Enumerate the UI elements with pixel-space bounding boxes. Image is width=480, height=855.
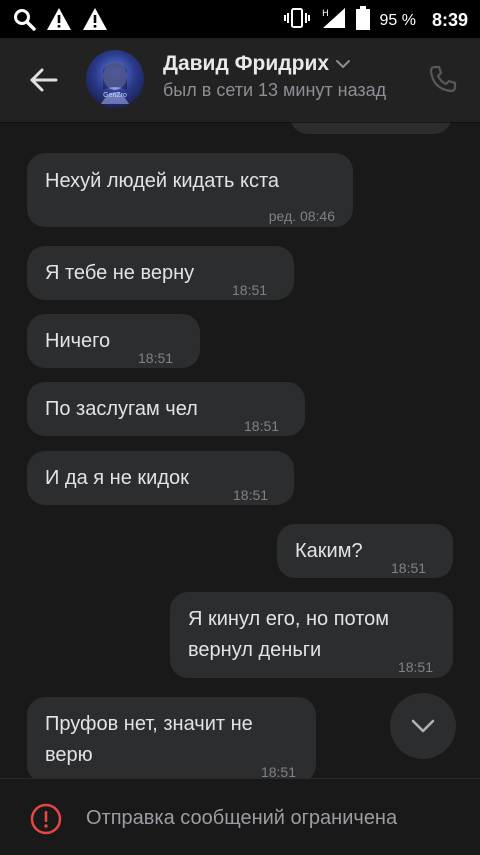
call-button[interactable] <box>428 64 458 94</box>
message-text-line-2: вернул деньги <box>188 639 322 661</box>
message-text: Я тебе не верну <box>45 262 195 284</box>
back-button[interactable] <box>26 62 62 98</box>
message-text: Ничего <box>45 330 111 352</box>
message-time: 18:51 <box>244 418 280 434</box>
chat-header: GenZro Давид Фридрих был в сети 13 минут… <box>0 38 480 122</box>
vibrate-icon <box>283 7 310 34</box>
message-bubble-incoming[interactable]: По заслугам чел 18:51 <box>27 382 305 436</box>
message-bubble-incoming[interactable]: И да я не кидок 18:51 <box>27 451 294 505</box>
exclamation-circle-icon <box>30 803 62 835</box>
message-bubble-incoming[interactable]: Нехуй людей кидать кста ред. 08:46 <box>27 153 353 227</box>
message-text-line-1: Я кинул его, но потом <box>188 608 390 630</box>
message-bubble-outgoing[interactable]: Каким? 18:51 <box>277 524 453 578</box>
message-text: И да я не кидок <box>45 467 189 489</box>
message-text-line-1: Пруфов нет, значит не <box>45 713 253 735</box>
warning-icon <box>46 7 72 36</box>
message-time: 18:51 <box>260 764 296 778</box>
battery-icon <box>355 6 370 35</box>
signal-icon: H <box>320 7 346 34</box>
message-bubble-outgoing[interactable]: Я кинул его, но потом вернул деньги 18:5… <box>170 592 453 678</box>
message-text: По заслугам чел <box>45 398 198 420</box>
last-seen-status: был в сети 13 минут назад <box>163 80 387 100</box>
message-list[interactable]: Нехуй людей кидать кста ред. 08:46 Я теб… <box>0 122 480 778</box>
scroll-down-button[interactable] <box>390 693 456 759</box>
status-bar: H 95 % 8:39 <box>0 0 480 38</box>
message-bubble-incoming[interactable]: Пруфов нет, значит не верю 18:51 <box>27 697 316 778</box>
restricted-notice-text: Отправка сообщений ограничена <box>86 807 398 829</box>
message-text-line-2: верю <box>45 744 93 766</box>
battery-percent: 95 % <box>379 11 416 29</box>
restricted-notice-bar: Отправка сообщений ограничена <box>0 778 480 855</box>
contact-name-row: Давид Фридрих <box>163 52 413 76</box>
contact-info[interactable]: Давид Фридрих был в сети 13 минут назад <box>163 52 413 101</box>
message-time: 18:51 <box>233 487 269 503</box>
warning-icon <box>82 7 108 36</box>
message-time: 18:51 <box>232 282 268 298</box>
message-time: ред. 08:46 <box>268 208 335 224</box>
arrow-back-icon <box>30 68 58 92</box>
message-bubble-incoming[interactable]: Ничего 18:51 <box>27 314 200 368</box>
message-text: Нехуй людей кидать кста <box>45 170 280 192</box>
chevron-down-icon <box>411 719 435 733</box>
avatar[interactable]: GenZro <box>86 50 144 108</box>
svg-text:H: H <box>322 9 329 19</box>
message-bubble-partial <box>290 122 452 134</box>
message-time: 18:51 <box>391 560 427 576</box>
avatar-label: GenZro <box>103 92 127 99</box>
message-text: Каким? <box>295 540 363 562</box>
chevron-down-icon <box>336 60 351 69</box>
message-bubble-incoming[interactable]: Я тебе не верну 18:51 <box>27 246 294 300</box>
message-time: 18:51 <box>138 350 174 366</box>
phone-icon <box>429 65 457 93</box>
message-time: 18:51 <box>397 659 433 675</box>
search-icon <box>12 7 36 36</box>
contact-name: Давид Фридрих <box>163 52 330 75</box>
clock: 8:39 <box>431 10 468 30</box>
